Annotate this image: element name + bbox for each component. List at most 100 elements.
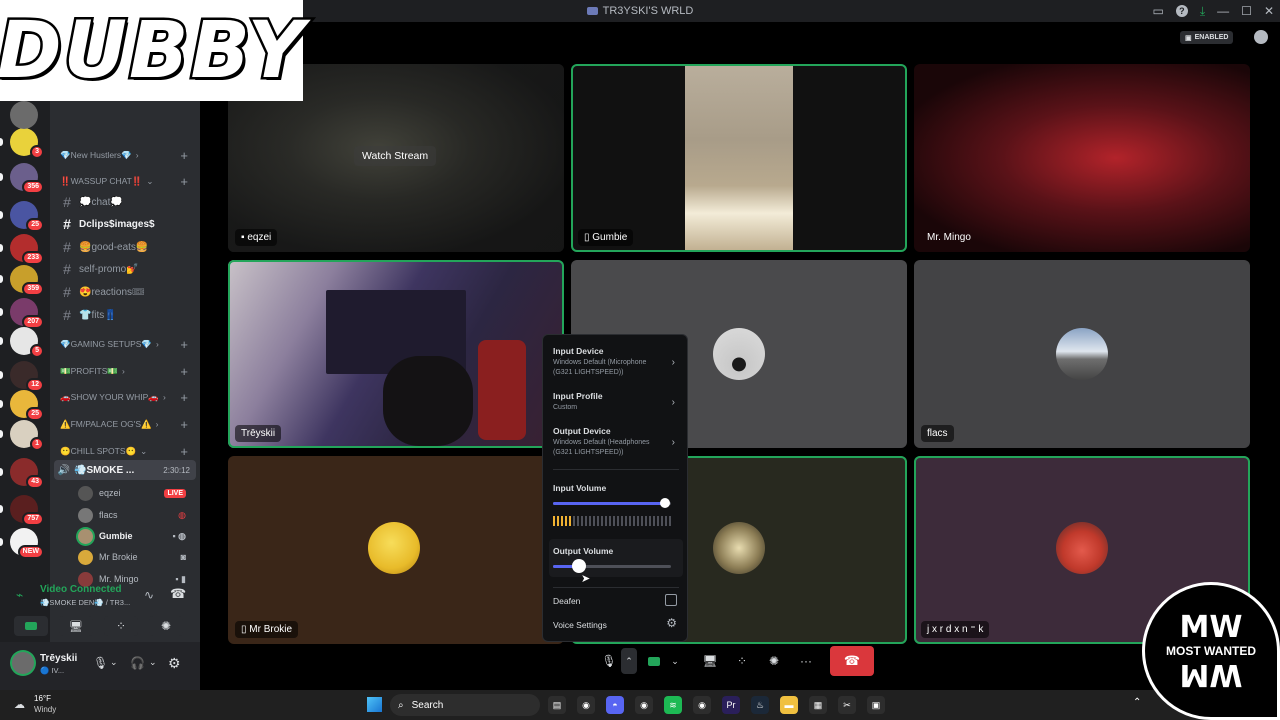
activities-button[interactable]: ⁘ — [104, 616, 138, 636]
voice-user-flacs[interactable]: flacs ◍ — [78, 505, 198, 525]
chrome-icon[interactable]: ◉ — [577, 696, 595, 714]
store-icon[interactable]: ▦ — [809, 696, 827, 714]
server-icon[interactable]: 25 — [0, 201, 44, 232]
voice-settings-link[interactable]: Voice Settings — [553, 620, 607, 630]
category-fm-palace[interactable]: ⚠️FM/PALACE OG'S⚠️ › + — [50, 415, 200, 433]
xbox-icon[interactable]: ▣ — [867, 696, 885, 714]
add-channel-icon[interactable]: + — [180, 417, 188, 432]
microphone-icon[interactable]: 🎙 — [93, 656, 108, 670]
more-button[interactable]: ··· — [794, 648, 818, 674]
server-icon[interactable]: 356 — [0, 163, 44, 194]
video-tile-flacs[interactable]: flacs — [914, 260, 1250, 448]
category-chill-spots[interactable]: 😶CHILL SPOTS😶 ⌄ + — [50, 442, 200, 460]
add-channel-icon[interactable]: + — [180, 174, 188, 189]
disconnect-call-button[interactable]: ☎ — [830, 646, 874, 676]
voice-status-title[interactable]: Video Connected — [40, 584, 122, 595]
output-device-item[interactable]: Output Device Windows Default (Headphone… — [553, 426, 663, 458]
server-icon[interactable]: 207 — [0, 298, 44, 329]
soundboard-button[interactable]: ✺ — [762, 648, 786, 674]
category-wassup-chat[interactable]: ‼️WASSUP CHAT‼️ ⌄ + — [50, 172, 200, 190]
headphones-icon[interactable]: 🎧 — [130, 656, 145, 670]
channel-fits[interactable]: # 👕fits👖 — [50, 305, 200, 325]
channel-good-eats[interactable]: # 🍔good-eats🍔 — [50, 237, 200, 257]
username[interactable]: Trēyskii — [40, 653, 77, 664]
minimize-button[interactable]: — — [1217, 4, 1229, 18]
server-icon[interactable]: 43 — [0, 458, 44, 489]
server-icon[interactable]: 233 — [0, 234, 44, 265]
chevron-right-icon[interactable]: › — [672, 437, 675, 448]
activities-button[interactable]: ⁘ — [730, 648, 754, 674]
voice-user-eqzei[interactable]: eqzei LIVE — [78, 483, 198, 503]
add-channel-icon[interactable]: + — [180, 337, 188, 352]
chat-icon[interactable] — [1254, 30, 1268, 44]
file-explorer-icon[interactable]: ▤ — [548, 696, 566, 714]
inbox-icon[interactable]: ▭ — [1153, 4, 1164, 18]
chevron-down-icon[interactable]: ⌄ — [149, 657, 157, 668]
spotify-icon[interactable]: ≋ — [664, 696, 682, 714]
start-icon[interactable] — [367, 697, 382, 712]
camera-button[interactable] — [643, 648, 665, 674]
help-icon[interactable]: ? — [1175, 5, 1188, 17]
noise-suppression-icon[interactable]: ∿ — [144, 588, 154, 602]
input-volume-handle[interactable] — [660, 498, 671, 508]
voice-user-gumbie[interactable]: Gumbie ▪ ◍ — [78, 526, 198, 546]
microphone-button[interactable]: 🎙 — [598, 648, 620, 674]
voice-user-mr-brokie[interactable]: Mr Brokie ◙ — [78, 547, 198, 567]
chrome-icon[interactable]: ◉ — [635, 696, 653, 714]
add-channel-icon[interactable]: + — [180, 364, 188, 379]
server-icon[interactable]: 12 — [0, 361, 44, 392]
input-profile-item[interactable]: Input Profile Custom — [553, 391, 603, 413]
close-button[interactable]: ✕ — [1264, 4, 1274, 18]
chrome-icon[interactable]: ◉ — [693, 696, 711, 714]
watch-stream-button[interactable]: Watch Stream — [354, 146, 437, 166]
server-icon[interactable]: 5 — [0, 327, 44, 358]
category-new-hustlers[interactable]: 💎New Hustlers💎 › + — [50, 146, 200, 164]
category-profits[interactable]: 💵PROFITS💵 › + — [50, 362, 200, 380]
channel-self-promo[interactable]: # self-promo💅 — [50, 259, 200, 279]
output-volume-slider[interactable] — [553, 559, 671, 573]
chevron-down-icon[interactable]: ⌄ — [110, 657, 118, 668]
input-volume-slider[interactable] — [553, 498, 671, 508]
chevron-right-icon[interactable]: › — [672, 357, 675, 368]
voice-channel-smoke-den[interactable]: 🔊 💨SMOKE ... 2:30:12 — [54, 460, 196, 480]
video-tile-mr-mingo[interactable]: Mr. Mingo — [914, 64, 1250, 252]
channel-reactions[interactable]: # 😍reactions🎟 — [50, 282, 200, 302]
add-channel-icon[interactable]: + — [180, 444, 188, 459]
channel-clips-images[interactable]: # Dclips$images$ — [50, 214, 200, 234]
steam-icon[interactable]: ♨ — [751, 696, 769, 714]
server-icon[interactable]: 3 — [0, 128, 44, 159]
camera-options-button[interactable]: ⌄ — [667, 648, 683, 674]
voice-status-channel[interactable]: 💨SMOKE DEN💨 / TR3... — [40, 598, 130, 607]
audio-options-button[interactable]: ⌃ — [621, 648, 637, 674]
folder-icon[interactable]: ▬ — [780, 696, 798, 714]
category-show-your-whip[interactable]: 🚗SHOW YOUR WHIP🚗 › + — [50, 388, 200, 406]
enabled-badge[interactable]: ▣ ENABLED — [1180, 31, 1234, 44]
capcut-icon[interactable]: ✂ — [838, 696, 856, 714]
tray-chevron-icon[interactable]: ⌃ — [1133, 697, 1141, 708]
server-icon[interactable]: NEW — [0, 528, 44, 559]
chevron-right-icon[interactable]: › — [672, 397, 675, 408]
server-icon[interactable]: 359 — [0, 265, 44, 296]
avatar[interactable] — [12, 652, 34, 674]
camera-toggle-button[interactable] — [14, 616, 48, 636]
disconnect-icon[interactable]: ☎ — [170, 586, 186, 602]
deafen-checkbox[interactable] — [665, 594, 677, 606]
channel-chat[interactable]: # 💭chat💭 — [50, 192, 200, 212]
category-gaming-setups[interactable]: 💎GAMING SETUPS💎 › + — [50, 335, 200, 353]
add-channel-icon[interactable]: + — [180, 148, 188, 163]
input-device-item[interactable]: Input Device Windows Default (Microphone… — [553, 346, 663, 378]
discord-icon[interactable]: ◓ — [606, 696, 624, 714]
soundboard-button[interactable]: ✺ — [149, 616, 183, 636]
download-icon[interactable]: ⤓ — [1200, 4, 1205, 19]
maximize-button[interactable]: ☐ — [1241, 4, 1252, 18]
gear-icon[interactable]: ⚙ — [666, 616, 677, 630]
video-tile-mr-brokie[interactable]: ▯ Mr Brokie — [228, 456, 564, 644]
premiere-icon[interactable]: Pr — [722, 696, 740, 714]
screen-share-button[interactable]: 🖥 — [59, 616, 93, 636]
add-channel-icon[interactable]: + — [180, 390, 188, 405]
video-tile-treyskii[interactable]: Trēyskii — [228, 260, 564, 448]
server-icon[interactable]: 1 — [0, 420, 44, 451]
output-volume-handle[interactable] — [571, 559, 586, 573]
gear-icon[interactable]: ⚙ — [168, 655, 181, 672]
signal-icon[interactable]: ⌁ — [16, 588, 23, 602]
